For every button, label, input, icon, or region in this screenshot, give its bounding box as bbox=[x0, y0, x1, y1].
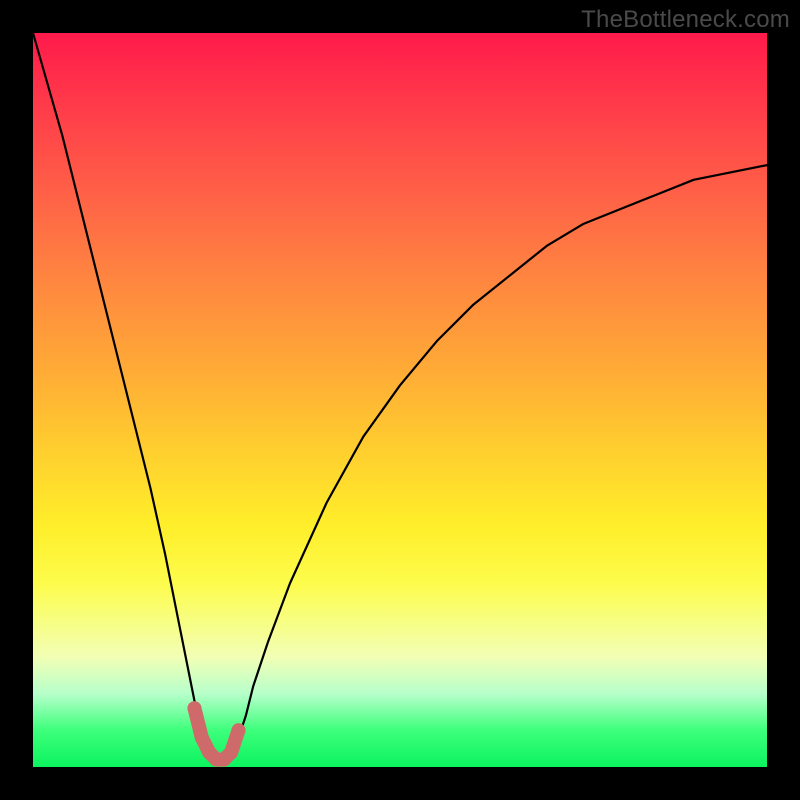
optimal-range-point bbox=[224, 745, 238, 759]
chart-svg bbox=[33, 33, 767, 767]
bottleneck-curve-path bbox=[33, 33, 767, 760]
bottleneck-curve bbox=[33, 33, 767, 760]
outer-frame: TheBottleneck.com bbox=[0, 0, 800, 800]
optimal-range-point bbox=[195, 731, 209, 745]
watermark-text: TheBottleneck.com bbox=[581, 6, 790, 34]
plot-area bbox=[33, 33, 767, 767]
optimal-range-point bbox=[232, 723, 246, 737]
optimal-range-point bbox=[187, 701, 201, 715]
optimal-range-highlight bbox=[187, 701, 245, 766]
